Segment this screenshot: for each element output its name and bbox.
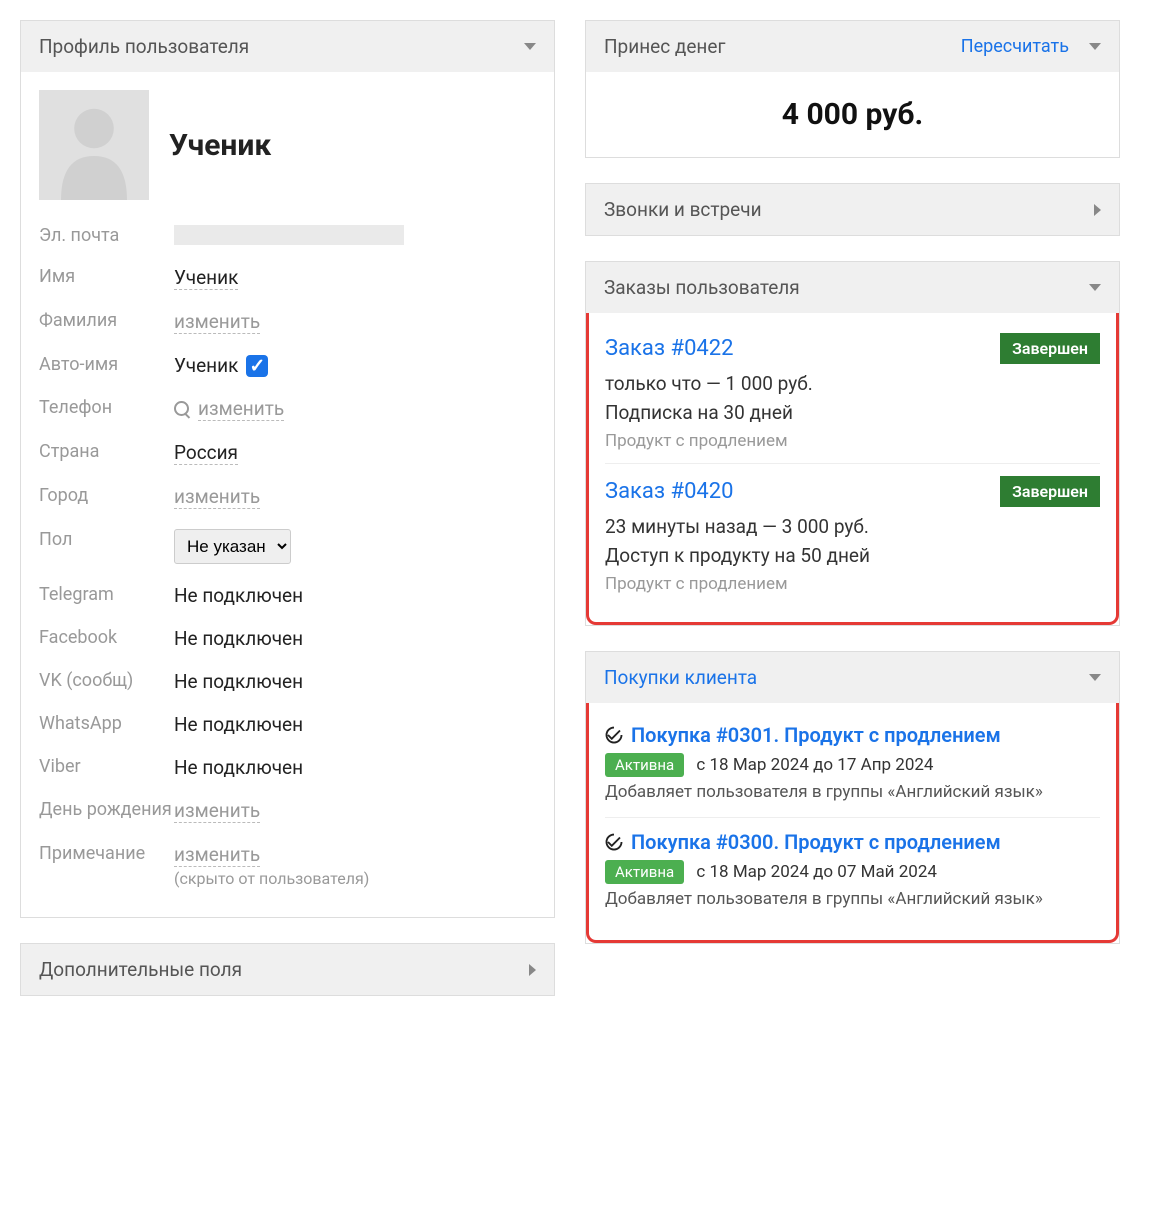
purchases-title: Покупки клиента — [604, 666, 757, 689]
purchase-link[interactable]: Покупка #0300. Продукт с продлением — [605, 830, 1100, 854]
phone-value[interactable]: изменить — [198, 397, 284, 421]
note-hint: (скрыто от пользователя) — [174, 869, 369, 888]
surname-label: Фамилия — [39, 310, 174, 331]
order-line1: 23 минуты назад — 3 000 руб. — [605, 513, 1100, 542]
autoname-value: Ученик — [174, 354, 238, 377]
purchase-desc: Добавляет пользователя в группы «Английс… — [605, 781, 1100, 805]
email-label: Эл. почта — [39, 225, 174, 246]
orders-header[interactable]: Заказы пользователя — [586, 262, 1119, 313]
order-line2: Подписка на 30 дней — [605, 399, 1100, 428]
name-value[interactable]: Ученик — [174, 266, 238, 290]
city-label: Город — [39, 485, 174, 506]
email-value-redacted — [174, 225, 404, 245]
chevron-down-icon — [1089, 43, 1101, 50]
telegram-label: Telegram — [39, 584, 174, 605]
city-value[interactable]: изменить — [174, 485, 260, 509]
whatsapp-label: WhatsApp — [39, 713, 174, 734]
telegram-value: Не подключен — [174, 584, 303, 607]
purchase-item: Покупка #0300. Продукт с продлением Акти… — [605, 817, 1100, 924]
additional-fields-title: Дополнительные поля — [39, 958, 242, 981]
avatar[interactable] — [39, 90, 149, 200]
calls-title: Звонки и встречи — [604, 198, 762, 221]
additional-fields-header[interactable]: Дополнительные поля — [21, 944, 554, 995]
order-link[interactable]: Заказ #0422 — [605, 336, 734, 361]
additional-fields-panel: Дополнительные поля — [20, 943, 555, 996]
profile-panel: Профиль пользователя Ученик Эл. почта — [20, 20, 555, 918]
vk-value: Не подключен — [174, 670, 303, 693]
calls-panel: Звонки и встречи — [585, 183, 1120, 236]
viber-label: Viber — [39, 756, 174, 777]
chevron-down-icon — [1089, 674, 1101, 681]
facebook-label: Facebook — [39, 627, 174, 648]
order-line2: Доступ к продукту на 50 дней — [605, 542, 1100, 571]
chevron-down-icon — [524, 43, 536, 50]
chevron-right-icon — [1094, 204, 1101, 216]
search-icon[interactable] — [174, 401, 190, 417]
viber-value: Не подключен — [174, 756, 303, 779]
purchase-status-badge: Активна — [605, 753, 684, 777]
profile-panel-title: Профиль пользователя — [39, 35, 249, 58]
phone-label: Телефон — [39, 397, 174, 418]
chevron-right-icon — [529, 964, 536, 976]
purchase-dates: с 18 Мар 2024 до 17 Апр 2024 — [696, 755, 933, 775]
user-title: Ученик — [169, 128, 271, 163]
autoname-checkbox[interactable]: ✓ — [246, 355, 268, 377]
money-header[interactable]: Принес денег Пересчитать — [586, 21, 1119, 72]
purchase-dates: с 18 Мар 2024 до 07 Май 2024 — [696, 862, 937, 882]
money-amount: 4 000 руб. — [586, 72, 1119, 157]
order-sub: Продукт с продлением — [605, 431, 1100, 451]
note-value[interactable]: изменить — [174, 843, 260, 867]
purchase-item: Покупка #0301. Продукт с продлением Акти… — [605, 719, 1100, 817]
whatsapp-value: Не подключен — [174, 713, 303, 736]
orders-title: Заказы пользователя — [604, 276, 800, 299]
order-link[interactable]: Заказ #0420 — [605, 479, 734, 504]
country-label: Страна — [39, 441, 174, 462]
avatar-placeholder-icon — [39, 90, 149, 200]
vk-label: VK (сообщ) — [39, 670, 174, 691]
facebook-value: Не подключен — [174, 627, 303, 650]
order-status-badge: Завершен — [1000, 476, 1100, 507]
purchases-header[interactable]: Покупки клиента — [586, 652, 1119, 703]
name-label: Имя — [39, 266, 174, 287]
check-circle-icon — [605, 726, 623, 744]
order-item: Заказ #0422 Завершен только что — 1 000 … — [605, 329, 1100, 463]
order-line1: только что — 1 000 руб. — [605, 370, 1100, 399]
gender-label: Пол — [39, 529, 174, 550]
purchases-panel: Покупки клиента Покупка #0301. Продукт с… — [585, 651, 1120, 944]
surname-value[interactable]: изменить — [174, 310, 260, 334]
order-sub: Продукт с продлением — [605, 574, 1100, 594]
purchase-desc: Добавляет пользователя в группы «Английс… — [605, 888, 1100, 912]
note-label: Примечание — [39, 843, 174, 864]
order-item: Заказ #0420 Завершен 23 минуты назад — 3… — [605, 463, 1100, 606]
country-value[interactable]: Россия — [174, 441, 238, 465]
profile-panel-header[interactable]: Профиль пользователя — [21, 21, 554, 72]
purchase-status-badge: Активна — [605, 860, 684, 884]
money-panel: Принес денег Пересчитать 4 000 руб. — [585, 20, 1120, 158]
money-title: Принес денег — [604, 35, 725, 58]
gender-select[interactable]: Не указан — [174, 529, 291, 564]
recalc-link[interactable]: Пересчитать — [961, 36, 1069, 57]
check-circle-icon — [605, 833, 623, 851]
autoname-label: Авто-имя — [39, 354, 174, 375]
chevron-down-icon — [1089, 284, 1101, 291]
orders-panel: Заказы пользователя Заказ #0422 Завершен… — [585, 261, 1120, 626]
birthday-value[interactable]: изменить — [174, 799, 260, 823]
birthday-label: День рождения — [39, 799, 174, 820]
purchase-link[interactable]: Покупка #0301. Продукт с продлением — [605, 723, 1100, 747]
calls-header[interactable]: Звонки и встречи — [586, 184, 1119, 235]
order-status-badge: Завершен — [1000, 333, 1100, 364]
